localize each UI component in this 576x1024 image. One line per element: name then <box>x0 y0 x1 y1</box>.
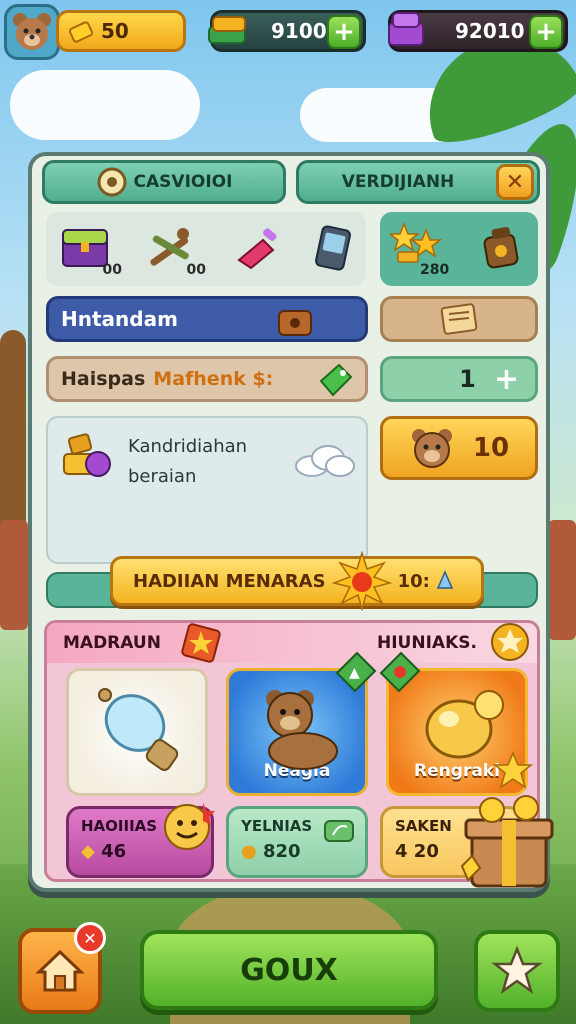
potion-icon <box>237 228 277 270</box>
map-slot[interactable] <box>380 296 538 342</box>
info-line: Kandridiahan <box>128 436 248 457</box>
backpack-icon <box>278 310 312 336</box>
light-bulb-icon <box>98 688 179 771</box>
star-icon <box>491 945 543 995</box>
main-action-label: GOUX <box>240 952 338 988</box>
tab-left[interactable]: CASVIOIOI <box>42 160 286 204</box>
reward-card-bear[interactable]: ▲ Neagla <box>226 651 377 796</box>
smiley-coin-icon <box>164 803 215 850</box>
sun-medal-icon <box>331 551 392 611</box>
gem-amount: 92010 <box>455 19 525 43</box>
stat-card[interactable]: HAOIIIAS ◆ 46 <box>66 803 215 878</box>
notification-badge: ✕ <box>74 922 106 954</box>
gold-amount: 50 <box>101 19 129 43</box>
tab-left-label: CASVIOIOI <box>133 172 233 192</box>
coin-icon <box>97 167 127 197</box>
star-coin-icon[interactable] <box>489 621 531 663</box>
gold-star-icon <box>493 751 533 789</box>
reward-box[interactable]: 280 <box>380 212 538 286</box>
add-gem-button[interactable]: + <box>529 15 563 49</box>
green-ticket-icon <box>319 363 353 397</box>
plus-icon: + <box>333 17 355 47</box>
slot-quantity: 00 <box>186 262 206 278</box>
tab-right-label: VERDIJIANH <box>341 172 455 192</box>
map-scroll-icon <box>440 303 478 335</box>
bear-character-icon <box>266 690 338 770</box>
reward-card-bulb[interactable] <box>66 668 208 796</box>
player-avatar[interactable] <box>4 4 60 60</box>
inventory-slot[interactable]: 00 <box>52 218 122 278</box>
close-icon: ✕ <box>505 169 525 195</box>
close-icon: ✕ <box>83 928 97 948</box>
stat-card[interactable]: YELNIAS ● 820 <box>226 806 368 878</box>
add-cash-button[interactable]: + <box>327 15 361 49</box>
info-box: Kandridiahan beraian <box>46 416 368 564</box>
info-line: beraian <box>128 466 197 487</box>
stepper-plus-icon[interactable]: + <box>494 362 519 397</box>
main-panel: CASVIOIOI VERDIJIANH ✕ 00 00 280 Hntanda… <box>28 152 550 892</box>
banner-suffix: 10: <box>397 570 430 592</box>
stat-value: 820 <box>263 841 301 862</box>
money-bag-icon <box>483 226 519 269</box>
primary-row[interactable]: Hntandam <box>46 296 368 342</box>
svg-text:▲: ▲ <box>349 665 360 681</box>
hut-decoration <box>548 520 576 640</box>
hut-decoration <box>0 520 28 630</box>
leaf-token-icon <box>324 820 354 842</box>
gold-bar-icon <box>68 21 94 43</box>
bear-reward-button[interactable]: 10 <box>380 416 538 480</box>
home-button[interactable]: ✕ <box>18 922 106 1014</box>
inventory-slot[interactable]: 00 <box>136 218 206 278</box>
reward-quantity: 280 <box>420 262 450 278</box>
cash-stack-icon <box>208 16 246 44</box>
green-leaf-badge-icon <box>379 651 421 693</box>
section-left-title: MADRAUN <box>63 633 161 653</box>
reward-card-orb[interactable]: Rengraki <box>379 651 533 796</box>
market-row-label: Haispas <box>61 368 146 390</box>
gift-box-icon[interactable] <box>456 790 566 900</box>
gem-chest-icon <box>388 12 424 46</box>
red-star-badge-icon <box>181 623 221 663</box>
main-action-button[interactable]: GOUX <box>140 930 438 1010</box>
stat-value: 46 <box>101 841 127 862</box>
bear-face-icon <box>411 429 452 468</box>
favorites-button[interactable] <box>474 930 560 1012</box>
plus-icon: + <box>535 17 557 47</box>
primary-row-label: Hntandam <box>61 307 178 331</box>
inventory-slot[interactable] <box>222 218 292 278</box>
cloud-decoration <box>10 70 200 140</box>
event-banner[interactable]: HADIIAN MENARAS 10: <box>110 551 484 611</box>
gem-counter: 92010 + <box>388 10 568 52</box>
crystal-icon <box>436 570 453 589</box>
inventory-box: 00 00 <box>46 212 366 286</box>
cash-amount: 9100 <box>271 19 327 43</box>
market-row[interactable]: Haispas Mafhenk $: <box>46 356 368 402</box>
inventory-slot[interactable] <box>298 218 368 278</box>
bear-avatar-icon <box>13 13 51 50</box>
quantity-stepper[interactable]: 1 + <box>380 356 538 402</box>
gold-counter: 50 <box>56 10 186 52</box>
stepper-value: 1 <box>459 365 476 393</box>
gold-gem-icon: ◆ <box>81 841 95 862</box>
banner-label: HADIIAN MENARAS <box>133 570 326 592</box>
green-leaf-badge-icon: ▲ <box>335 651 377 693</box>
gold-coin-icon: ● <box>241 841 257 862</box>
market-row-highlight: Mafhenk $: <box>153 368 274 390</box>
top-resource-bar: 50 9100 + 92010 + <box>0 4 576 60</box>
house-icon <box>35 949 85 992</box>
slot-quantity: 00 <box>102 262 122 278</box>
crafting-machine-icon <box>63 433 111 477</box>
close-button[interactable]: ✕ <box>496 164 534 200</box>
phone-device-icon <box>315 225 351 271</box>
bear-reward-value: 10 <box>472 433 510 463</box>
cloud-icon <box>295 445 355 477</box>
cash-counter: 9100 + <box>208 10 366 52</box>
